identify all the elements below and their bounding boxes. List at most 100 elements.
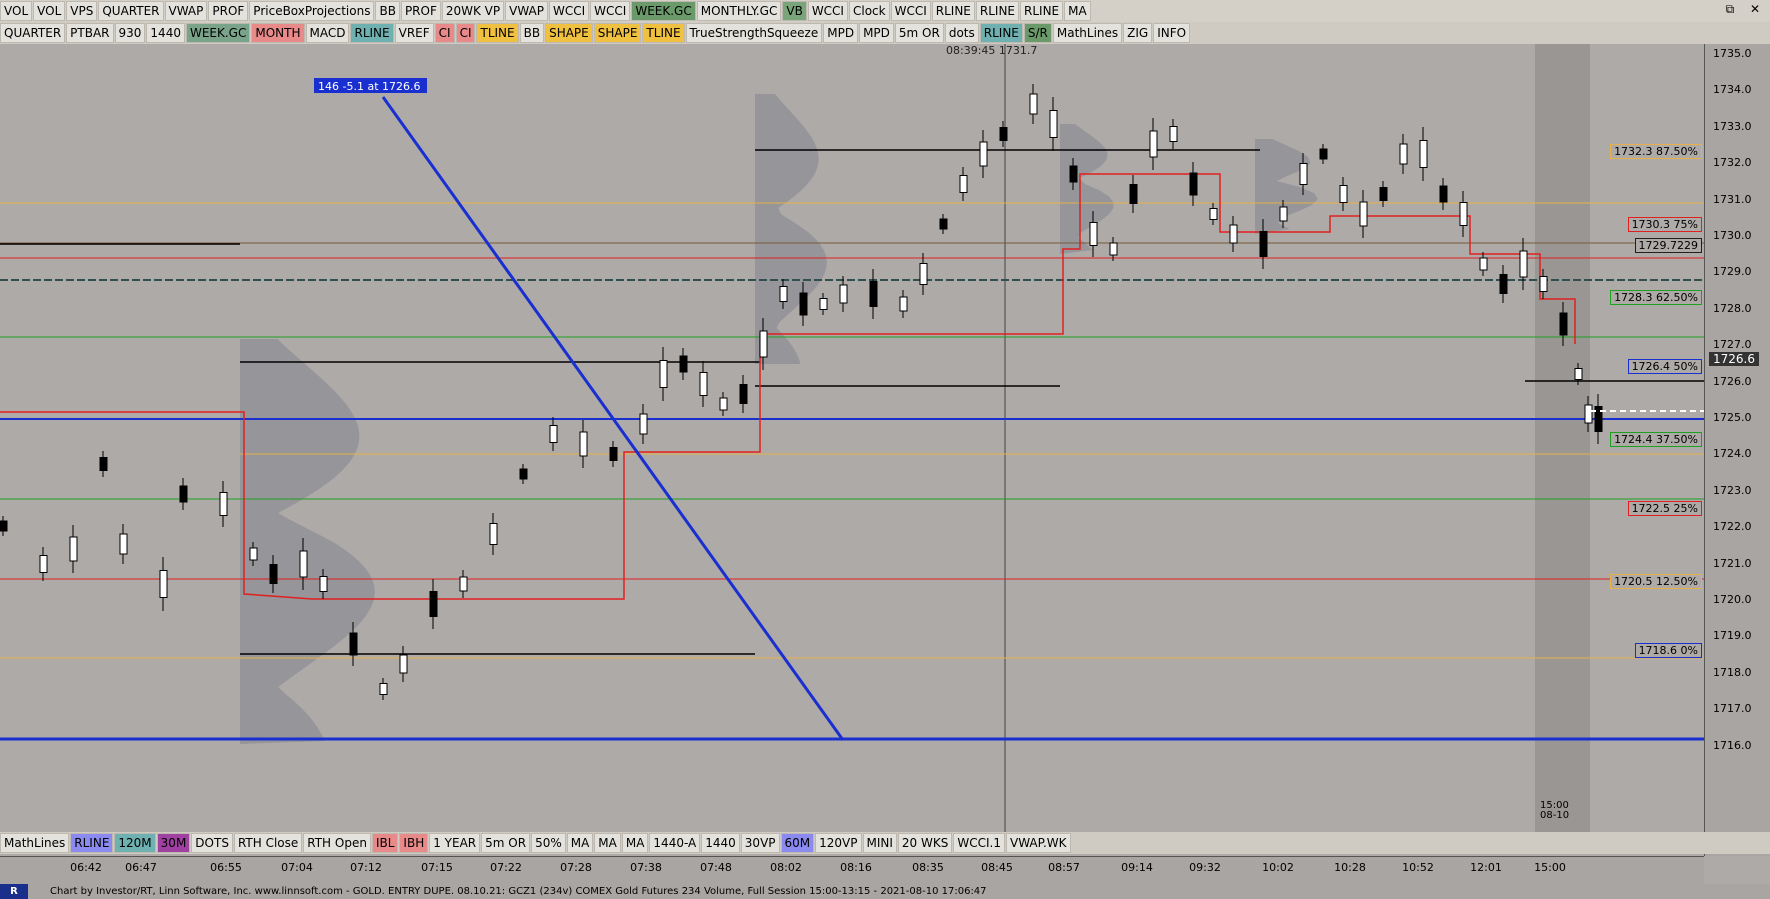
toolbar-top-button-5[interactable]: PROF (208, 1, 249, 21)
toolbar-bottom-button-1[interactable]: RLINE (70, 833, 114, 853)
toolbar-indicator-button-15[interactable]: TLINE (642, 23, 685, 43)
toolbar-bottom-button-12[interactable]: MA (566, 833, 594, 853)
time-tick: 07:22 (490, 861, 522, 874)
toolbar-indicator-button-25[interactable]: INFO (1153, 23, 1191, 43)
toolbar-bottom-button-14[interactable]: MA (621, 833, 649, 853)
toolbar-indicator-button-6[interactable]: MACD (305, 23, 350, 43)
candle-body (1339, 185, 1348, 203)
toolbar-bottom-button-22[interactable]: WCCI.1 (953, 833, 1005, 853)
time-tick: 06:47 (125, 861, 157, 874)
toolbar-top-button-14[interactable]: MONTHLY.GC (696, 1, 782, 21)
toolbar-bottom-button-23[interactable]: VWAP.WK (1005, 833, 1071, 853)
level-label-7: 1720.5 12.50% (1610, 573, 1702, 589)
toolbar-top-button-0[interactable]: VOL (0, 1, 33, 21)
price-chart[interactable]: 146 -5.1 at 1726.6 08:39:45 1731.7 1732.3… (0, 44, 1704, 832)
toolbar-indicator-button-24[interactable]: ZIG (1123, 23, 1153, 43)
toolbar-top-button-15[interactable]: VB (782, 1, 807, 21)
candle-body (1069, 165, 1078, 183)
toolbar-bottom-button-13[interactable]: MA (594, 833, 621, 853)
toolbar-top-button-10[interactable]: VWAP (505, 1, 548, 21)
footer-info: R Chart by Investor/RT, Linn Software, In… (0, 884, 1770, 899)
toolbar-top-button-17[interactable]: Clock (848, 1, 890, 21)
toolbar-indicator-button-21[interactable]: RLINE (979, 23, 1023, 43)
price-tick: 1721.0 (1713, 556, 1752, 570)
price-tick: 1722.0 (1713, 520, 1752, 534)
toolbar-indicator-button-0[interactable]: QUARTER (0, 23, 66, 43)
time-tick: 15:00 (1534, 861, 1566, 874)
toolbar-bottom-button-6[interactable]: RTH Open (303, 833, 371, 853)
toolbar-indicator-button-8[interactable]: VREF (394, 23, 434, 43)
toolbar-top-button-4[interactable]: VWAP (164, 1, 208, 21)
toolbar-top-button-7[interactable]: BB (375, 1, 400, 21)
toolbar-bottom-button-17[interactable]: 30VP (740, 833, 780, 853)
candle-body (349, 632, 358, 656)
toolbar-bottom-button-7[interactable]: IBL (371, 833, 399, 853)
toolbar-top-button-9[interactable]: 20WK VP (441, 1, 505, 21)
toolbar-top-button-11[interactable]: WCCI (549, 1, 590, 21)
candle-body (319, 576, 328, 592)
toolbar-indicator-button-2[interactable]: 930 (114, 23, 146, 43)
toolbar-indicator-button-5[interactable]: MONTH (251, 23, 305, 43)
toolbar-indicator-button-23[interactable]: MathLines (1052, 23, 1123, 43)
toolbar-indicator-button-16[interactable]: TrueStrengthSqueeze (685, 23, 823, 43)
toolbar-bottom-button-19[interactable]: 120VP (815, 833, 862, 853)
candle-body (639, 413, 648, 435)
candle-body (839, 284, 848, 304)
toolbar-bottom-button-15[interactable]: 1440-A (649, 833, 701, 853)
toolbar-top-button-13[interactable]: WEEK.GC (631, 1, 696, 21)
toolbar-top-button-6[interactable]: PriceBoxProjections (249, 1, 375, 21)
toolbar-top-button-22[interactable]: MA (1064, 1, 1091, 21)
toolbar-bottom-button-5[interactable]: RTH Close (233, 833, 303, 853)
toolbar-indicator-button-11[interactable]: TLINE (476, 23, 519, 43)
toolbar-indicator-button-22[interactable]: S/R (1023, 23, 1052, 43)
toolbar-top-button-16[interactable]: WCCI (807, 1, 848, 21)
toolbar-indicator-button-7[interactable]: RLINE (350, 23, 394, 43)
toolbar-indicator-button-18[interactable]: MPD (859, 23, 894, 43)
toolbar-top-button-21[interactable]: RLINE (1020, 1, 1064, 21)
candle-body (819, 298, 828, 310)
toolbar-bottom-button-9[interactable]: 1 YEAR (429, 833, 481, 853)
volume-profile-mid (755, 94, 827, 364)
window-controls[interactable]: ⧉ ✕ (1726, 2, 1766, 17)
toolbar-top-button-1[interactable]: VOL (33, 1, 66, 21)
toolbar-top-button-18[interactable]: WCCI (890, 1, 931, 21)
price-tick: 1734.0 (1713, 83, 1752, 97)
toolbar-bottom-button-2[interactable]: 120M (114, 833, 156, 853)
toolbar-indicator-button-19[interactable]: 5m OR (894, 23, 944, 43)
toolbar-top-button-3[interactable]: QUARTER (98, 1, 164, 21)
toolbar-indicator-button-20[interactable]: dots (944, 23, 979, 43)
time-tick: 07:48 (700, 861, 732, 874)
toolbar-bottom-button-11[interactable]: 50% (531, 833, 566, 853)
toolbar-bottom-button-10[interactable]: 5m OR (481, 833, 531, 853)
toolbar-top-button-12[interactable]: WCCI (590, 1, 631, 21)
toolbar-top-button-8[interactable]: PROF (400, 1, 441, 21)
toolbar-bottom-button-4[interactable]: DOTS (191, 833, 233, 853)
toolbar-top-button-20[interactable]: RLINE (975, 1, 1020, 21)
candle-body (869, 281, 878, 307)
toolbar-bottom-button-3[interactable]: 30M (156, 833, 191, 853)
time-tick: 07:04 (281, 861, 313, 874)
toolbar-indicator-button-3[interactable]: 1440 (146, 23, 185, 43)
toolbar-indicator-button-9[interactable]: CI (434, 23, 455, 43)
candle-body (1519, 250, 1528, 278)
current-price-badge: 1726.6 (1709, 351, 1759, 366)
time-tick: 08:16 (840, 861, 872, 874)
toolbar-top-button-2[interactable]: VPS (66, 1, 98, 21)
toolbar-bottom-button-18[interactable]: 60M (780, 833, 815, 853)
toolbar-indicator-button-10[interactable]: CI (455, 23, 476, 43)
toolbar-bottom-button-8[interactable]: IBH (399, 833, 429, 853)
toolbar-indicator-button-4[interactable]: WEEK.GC (185, 23, 251, 43)
toolbar-bottom-button-16[interactable]: 1440 (701, 833, 740, 853)
candle-body (1439, 185, 1448, 203)
toolbar-indicator-button-1[interactable]: PTBAR (66, 23, 114, 43)
toolbar-indicator-button-17[interactable]: MPD (823, 23, 859, 43)
toolbar-indicator-button-12[interactable]: BB (519, 23, 545, 43)
volume-profile-right (1060, 124, 1114, 254)
toolbar-indicator-button-13[interactable]: SHAPE (545, 23, 593, 43)
toolbar-bottom-button-20[interactable]: MINI (862, 833, 897, 853)
toolbar-bottom-button-21[interactable]: 20 WKS (897, 833, 953, 853)
toolbar-bottom-button-0[interactable]: MathLines (0, 833, 70, 853)
toolbar-indicator-button-14[interactable]: SHAPE (593, 23, 642, 43)
toolbar-top-button-19[interactable]: RLINE (931, 1, 975, 21)
candle-body (919, 263, 928, 285)
